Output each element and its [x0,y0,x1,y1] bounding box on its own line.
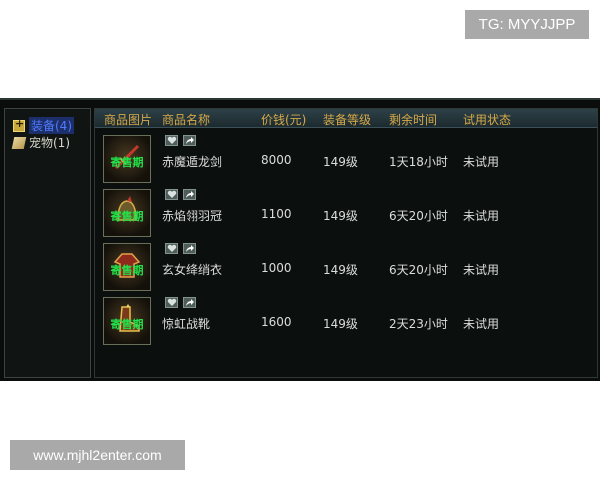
item-price: 1000 [261,261,292,275]
table-row[interactable]: 寄售期 赤魔遁龙剑 8000 149级 1天18小时 未试用 [95,133,597,187]
header-image: 商品图片 [104,113,153,127]
table-row[interactable]: 寄售期 赤焰翎羽冠 1100 149级 6天20小时 未试用 [95,187,597,241]
telegram-watermark: TG: MYYJJPP [465,10,589,39]
item-name: 赤魔遁龙剑 [162,155,223,169]
sidebar-item-label: 装备(4) [29,117,74,134]
item-status: 未试用 [463,209,500,223]
consignment-panel: 装备(4) 宠物(1) 商品图片 商品名称 价钱(元) 装备等级 剩余时间 试用… [0,98,600,381]
share-button[interactable] [183,297,196,308]
share-button[interactable] [183,243,196,254]
item-level: 149级 [323,317,358,331]
header-status: 试用状态 [463,113,512,127]
item-price: 8000 [261,153,292,167]
consignment-tag: 寄售期 [110,210,144,223]
favorite-button[interactable] [165,297,178,308]
consignment-tag: 寄售期 [110,264,144,277]
pet-icon [11,136,27,149]
item-price: 1100 [261,207,292,221]
website-watermark: www.mjhl2enter.com [10,440,185,470]
item-remaining: 1天18小时 [389,155,448,169]
header-name: 商品名称 [162,113,211,127]
item-remaining: 6天20小时 [389,209,448,223]
item-level: 149级 [323,263,358,277]
sidebar-item-label: 宠物(1) [29,136,70,150]
favorite-button[interactable] [165,243,178,254]
heart-icon [167,136,177,144]
item-remaining: 2天23小时 [389,317,448,331]
sidebar-item-equipment[interactable]: 装备(4) [13,117,74,134]
sidebar-item-pets[interactable]: 宠物(1) [11,134,70,151]
header-remaining: 剩余时间 [389,113,438,127]
item-thumbnail[interactable]: 寄售期 [103,297,151,345]
share-arrow-icon [186,137,194,144]
share-arrow-icon [186,299,194,306]
item-level: 149级 [323,209,358,223]
item-name: 玄女绛绡衣 [162,263,223,277]
table-row[interactable]: 寄售期 惊虹战靴 1600 149级 2天23小时 未试用 [95,295,597,349]
item-status: 未试用 [463,263,500,277]
item-status: 未试用 [463,317,500,331]
consignment-tag: 寄售期 [110,156,144,169]
share-arrow-icon [186,245,194,252]
heart-icon [167,298,177,306]
share-arrow-icon [186,191,194,198]
header-level: 装备等级 [323,113,372,127]
favorite-button[interactable] [165,189,178,200]
share-button[interactable] [183,189,196,200]
item-level: 149级 [323,155,358,169]
heart-icon [167,244,177,252]
item-price: 1600 [261,315,292,329]
heart-icon [167,190,177,198]
category-sidebar: 装备(4) 宠物(1) [4,108,91,378]
item-thumbnail[interactable]: 寄售期 [103,189,151,237]
item-list: 商品图片 商品名称 价钱(元) 装备等级 剩余时间 试用状态 寄售期 赤魔遁龙剑 [94,108,598,378]
share-button[interactable] [183,135,196,146]
item-name: 赤焰翎羽冠 [162,209,223,223]
header-price: 价钱(元) [261,113,307,127]
table-header: 商品图片 商品名称 价钱(元) 装备等级 剩余时间 试用状态 [95,109,597,128]
item-remaining: 6天20小时 [389,263,448,277]
consignment-tag: 寄售期 [110,318,144,331]
item-thumbnail[interactable]: 寄售期 [103,243,151,291]
equipment-icon [13,117,25,132]
item-thumbnail[interactable]: 寄售期 [103,135,151,183]
item-status: 未试用 [463,155,500,169]
item-name: 惊虹战靴 [162,317,211,331]
table-row[interactable]: 寄售期 玄女绛绡衣 1000 149级 6天20小时 未试用 [95,241,597,295]
favorite-button[interactable] [165,135,178,146]
